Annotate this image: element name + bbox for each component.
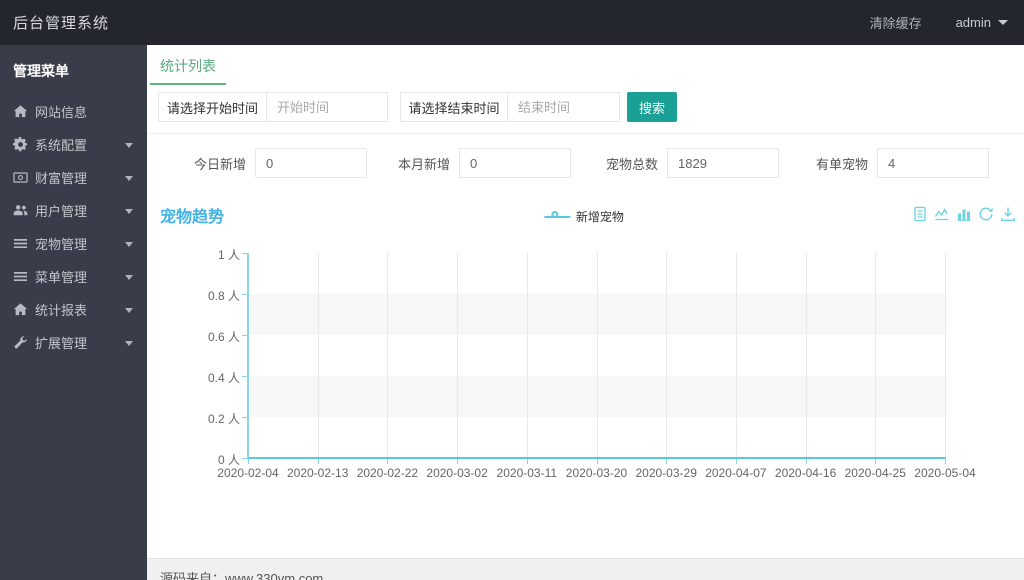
- sidebar-item-label: 菜单管理: [35, 270, 88, 285]
- caret-down-icon: [125, 208, 133, 214]
- sidebar-item-label: 宠物管理: [35, 237, 88, 252]
- chart-plot-area: [242, 253, 946, 464]
- sidebar-item-label: 网站信息: [35, 105, 88, 120]
- caret-down-icon: [125, 274, 133, 280]
- sidebar-item-label: 系统配置: [35, 138, 88, 153]
- sidebar-item-label: 统计报表: [35, 303, 88, 318]
- data-view-icon[interactable]: [912, 206, 928, 222]
- footer-text: 源码来自：www.330vm.com: [160, 571, 324, 580]
- sidebar-item-4[interactable]: 宠物管理: [0, 227, 147, 260]
- start-time-input[interactable]: [267, 92, 388, 122]
- bar-chart-icon[interactable]: [956, 206, 972, 222]
- sidebar-item-label: 扩展管理: [35, 336, 88, 351]
- y-axis-tick-label: 0.6 人: [207, 330, 240, 344]
- x-axis-tick-label: 2020-05-04: [914, 466, 976, 480]
- username: admin: [955, 15, 991, 30]
- sidebar-item-6[interactable]: 统计报表: [0, 293, 147, 326]
- stat-group-0: 今日新增: [194, 148, 368, 178]
- stat-label: 有单宠物: [816, 156, 869, 172]
- chart-toolbox: [912, 206, 1016, 222]
- tab-statistics-list[interactable]: 统计列表: [150, 45, 226, 85]
- stat-value-input[interactable]: [459, 148, 572, 178]
- stats-row: 今日新增 本月新增 宠物总数 有单宠物: [147, 148, 1024, 178]
- list-icon: [13, 269, 28, 284]
- sidebar-item-label: 财富管理: [35, 171, 88, 186]
- sidebar-nav: 网站信息系统配置财富管理用户管理宠物管理菜单管理统计报表扩展管理: [0, 95, 147, 359]
- topbar: 后台管理系统 清除缓存 admin: [0, 0, 1024, 45]
- wrench-icon: [13, 335, 28, 350]
- app-title: 后台管理系统: [13, 15, 110, 32]
- caret-down-icon: [125, 175, 133, 181]
- topbar-actions: 清除缓存 admin: [870, 13, 1024, 32]
- caret-down-icon: [125, 142, 133, 148]
- home-icon: [13, 302, 28, 317]
- stat-label: 今日新增: [194, 156, 247, 172]
- sidebar-item-2[interactable]: 财富管理: [0, 161, 147, 194]
- caret-down-icon: [125, 307, 133, 313]
- end-time-group: 请选择结束时间: [400, 92, 620, 122]
- download-icon[interactable]: [1000, 206, 1016, 222]
- search-button[interactable]: 搜索: [627, 92, 677, 122]
- y-axis-tick-label: 0.2 人: [207, 412, 240, 426]
- stat-group-3: 有单宠物: [816, 148, 990, 178]
- sidebar-item-0[interactable]: 网站信息: [0, 95, 147, 128]
- caret-down-icon: [998, 20, 1008, 25]
- main-content: 统计列表 请选择开始时间 请选择结束时间 搜索 今日新增 本月新增 宠物总数 有单宠物…: [147, 45, 1024, 558]
- y-axis-tick-label: 0.4 人: [207, 371, 240, 385]
- footer: 源码来自：www.330vm.com: [147, 558, 1024, 580]
- search-form: 请选择开始时间 请选择结束时间 搜索: [147, 92, 1024, 122]
- page: 后台管理系统 清除缓存 admin 管理菜单 网站信息 系统配置 财富管理 用户管理宠…: [0, 0, 1024, 580]
- end-time-label: 请选择结束时间: [400, 92, 508, 122]
- caret-down-icon: [125, 340, 133, 346]
- stat-value-input[interactable]: [255, 148, 368, 178]
- divider: [147, 133, 1024, 134]
- sidebar-item-1[interactable]: 系统配置: [0, 128, 147, 161]
- restore-icon[interactable]: [978, 206, 994, 222]
- line-chart-icon[interactable]: [934, 206, 950, 222]
- y-axis-tick-label: 0.8 人: [207, 289, 240, 303]
- sidebar-item-7[interactable]: 扩展管理: [0, 326, 147, 359]
- legend-label: 新增宠物: [575, 210, 624, 224]
- money-icon: [13, 170, 28, 185]
- user-menu[interactable]: admin: [956, 15, 1008, 30]
- clear-cache-link[interactable]: 清除缓存: [870, 13, 922, 32]
- stat-group-2: 宠物总数: [606, 148, 780, 178]
- users-icon: [13, 203, 28, 218]
- stat-label: 本月新增: [398, 156, 451, 172]
- start-time-group: 请选择开始时间: [158, 92, 388, 122]
- home-icon: [13, 104, 28, 119]
- cogs-icon: [13, 137, 28, 152]
- y-axis-tick-label: 1 人: [217, 248, 240, 262]
- list-icon: [13, 236, 28, 251]
- sidebar-item-5[interactable]: 菜单管理: [0, 260, 147, 293]
- stat-label: 宠物总数: [606, 156, 659, 172]
- sidebar-header: 管理菜单: [13, 63, 69, 79]
- stat-value-input[interactable]: [667, 148, 780, 178]
- sidebar-item-3[interactable]: 用户管理: [0, 194, 147, 227]
- end-time-input[interactable]: [508, 92, 620, 122]
- chart-legend-item[interactable]: 新增宠物: [543, 208, 624, 225]
- sidebar: 管理菜单 网站信息系统配置财富管理用户管理宠物管理菜单管理统计报表扩展管理: [0, 45, 147, 580]
- caret-down-icon: [125, 241, 133, 247]
- chart-title: 宠物趋势: [160, 209, 225, 226]
- sidebar-item-label: 用户管理: [35, 204, 88, 219]
- tab-bar: 统计列表: [147, 45, 1024, 87]
- stat-group-1: 本月新增: [398, 148, 572, 178]
- stat-value-input[interactable]: [877, 148, 990, 178]
- legend-line-marker-icon: [543, 211, 570, 218]
- start-time-label: 请选择开始时间: [158, 92, 267, 122]
